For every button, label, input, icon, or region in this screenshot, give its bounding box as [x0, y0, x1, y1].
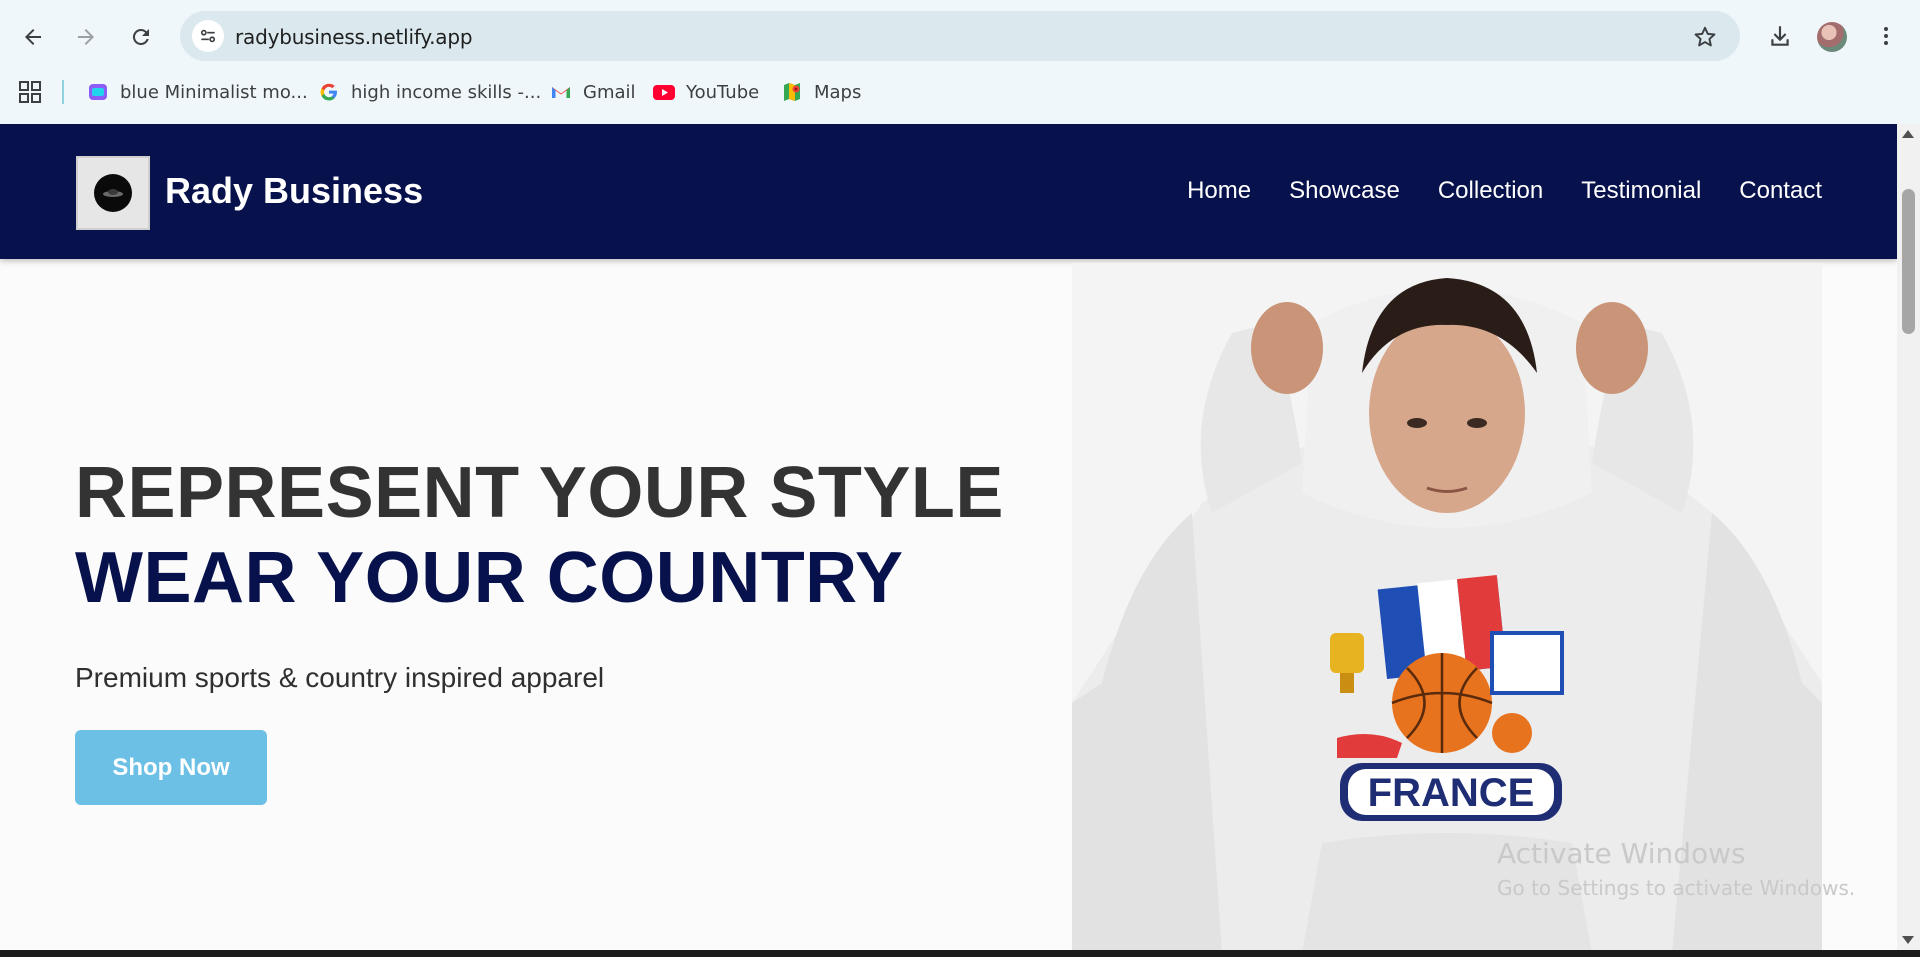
tune-icon — [200, 29, 216, 43]
hero-heading-line2: WEAR YOUR COUNTRY — [75, 538, 904, 618]
gmail-icon — [549, 80, 573, 104]
maps-icon — [780, 80, 804, 104]
apps-grid-icon[interactable] — [18, 80, 42, 104]
scroll-down-arrow-icon[interactable] — [1902, 936, 1914, 944]
windows-watermark-title: Activate Windows — [1497, 837, 1746, 870]
bookmark-item[interactable]: blue Minimalist mo... — [86, 78, 308, 106]
bookmarks-divider — [62, 80, 64, 104]
bookmark-item[interactable]: Maps — [780, 78, 861, 106]
shop-now-button[interactable]: Shop Now — [75, 730, 267, 805]
nav-home[interactable]: Home — [1187, 177, 1251, 205]
site-info-button[interactable] — [192, 20, 224, 52]
main-nav: Home Showcase Collection Testimonial Con… — [1187, 177, 1822, 205]
reload-icon — [132, 28, 149, 45]
browser-menu-button[interactable] — [1868, 18, 1904, 54]
download-icon — [1771, 26, 1789, 46]
bookmark-item[interactable]: high income skills -... — [317, 78, 541, 106]
bookmark-item[interactable]: YouTube — [652, 78, 759, 106]
bookmark-label: blue Minimalist mo... — [120, 81, 308, 103]
web-page: Rady Business Home Showcase Collection T… — [0, 124, 1897, 950]
bookmark-label: Maps — [814, 81, 862, 103]
hero-subtitle: Premium sports & country inspired appare… — [75, 662, 605, 693]
url-text[interactable]: radybusiness.netlify.app — [235, 25, 473, 49]
downloads-button[interactable] — [1762, 18, 1798, 54]
page-scrollbar[interactable] — [1897, 124, 1920, 950]
forward-button[interactable] — [66, 17, 106, 57]
nav-collection[interactable]: Collection — [1438, 177, 1543, 205]
logo-emblem — [94, 174, 132, 212]
bookmark-label: Gmail — [583, 81, 636, 103]
nav-showcase[interactable]: Showcase — [1289, 177, 1400, 205]
nav-contact[interactable]: Contact — [1739, 177, 1822, 205]
more-vertical-icon — [1884, 27, 1888, 45]
site-header: Rady Business Home Showcase Collection T… — [0, 124, 1897, 259]
address-bar[interactable]: radybusiness.netlify.app — [180, 11, 1740, 61]
bookmark-label: YouTube — [686, 81, 760, 103]
brand-name[interactable]: Rady Business — [165, 170, 423, 212]
taskbar-edge — [0, 950, 1920, 957]
nav-testimonial[interactable]: Testimonial — [1581, 177, 1701, 205]
profile-avatar[interactable] — [1817, 22, 1847, 52]
windows-watermark-subtitle: Go to Settings to activate Windows. — [1497, 876, 1856, 900]
browser-chrome: radybusiness.netlify.app blue Minimalist… — [0, 0, 1920, 124]
bookmark-label: high income skills -... — [351, 81, 542, 103]
site-logo[interactable] — [76, 156, 150, 230]
arrow-right-icon — [78, 29, 94, 45]
back-button[interactable] — [13, 17, 53, 57]
graphic-text: FRANCE — [1368, 771, 1535, 815]
bookmark-star-icon[interactable] — [1692, 24, 1718, 50]
google-icon — [317, 80, 341, 104]
youtube-icon — [652, 80, 676, 104]
canva-icon — [86, 80, 110, 104]
hero-heading-line1: REPRESENT YOUR STYLE — [75, 453, 1004, 533]
arrow-left-icon — [25, 29, 41, 45]
browser-toolbar: radybusiness.netlify.app — [0, 0, 1920, 74]
bookmark-item[interactable]: Gmail — [549, 78, 636, 106]
scroll-up-arrow-icon[interactable] — [1902, 130, 1914, 138]
reload-button[interactable] — [121, 17, 161, 57]
scroll-thumb[interactable] — [1902, 189, 1915, 334]
